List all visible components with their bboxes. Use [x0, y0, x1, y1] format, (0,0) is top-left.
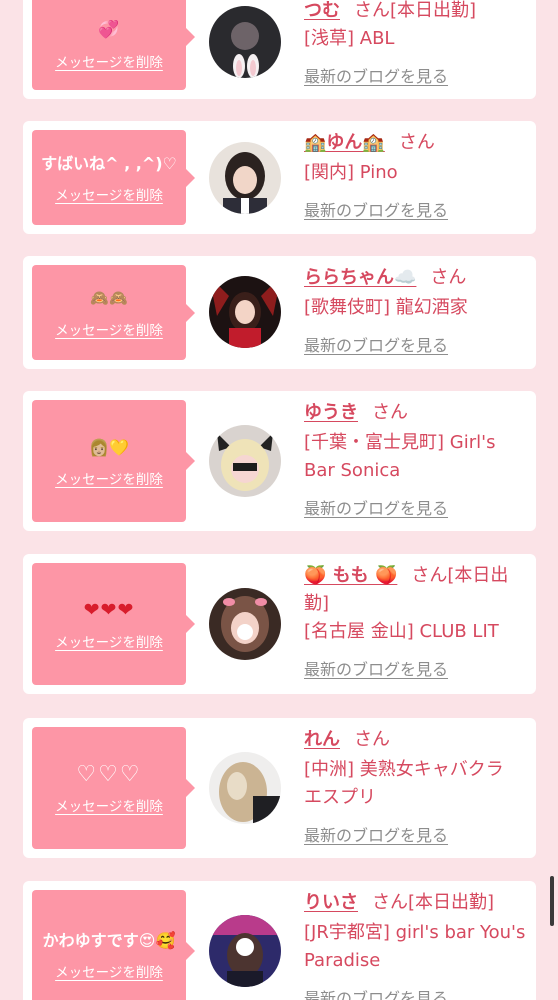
- shop-name: [浅草] ABL: [304, 28, 395, 49]
- delete-message-link[interactable]: メッセージを削除: [55, 795, 163, 815]
- message-card: ♡♡♡ メッセージを削除 れん さん [中洲] 美熟女キャバクラ エスプリ 最新の…: [23, 718, 536, 858]
- honorific: さん: [411, 565, 448, 586]
- delete-message-link[interactable]: メッセージを削除: [55, 631, 163, 651]
- latest-blog-link[interactable]: 最新のブログを見る: [304, 332, 448, 356]
- shop-name: [名古屋 金山] CLUB LIT: [304, 621, 499, 642]
- message-card: 👩🏼💛 メッセージを削除 ゆうき さん [千葉・富士見町] Girl's Bar …: [23, 391, 536, 531]
- latest-blog-link[interactable]: 最新のブログを見る: [304, 197, 448, 221]
- cast-name-link[interactable]: りいさ: [304, 892, 358, 913]
- cast-info: ららちゃん☁️ さん [歌舞伎町] 龍幻酒家 最新のブログを見る: [304, 264, 526, 356]
- message-text: 👩🏼💛: [89, 437, 129, 457]
- cast-name-link[interactable]: 🍑 もも 🍑: [304, 565, 397, 586]
- avatar[interactable]: [209, 588, 281, 660]
- message-text: ❤❤❤: [83, 598, 135, 621]
- message-bubble: 🙈🙈 メッセージを削除: [32, 265, 195, 360]
- message-bubble: かわゆすです😍🥰 メッセージを削除: [32, 890, 195, 1000]
- honorific: さん: [372, 892, 408, 913]
- message-text: すばいね^ , ,^)♡: [41, 154, 177, 173]
- latest-blog-link[interactable]: 最新のブログを見る: [304, 822, 448, 846]
- honorific: さん: [372, 402, 408, 423]
- delete-message-link[interactable]: メッセージを削除: [55, 961, 163, 981]
- cast-info: つむ さん[本日出勤] [浅草] ABL 最新のブログを見る: [304, 0, 526, 87]
- message-bubble: すばいね^ , ,^)♡ メッセージを削除: [32, 130, 195, 225]
- cast-name-link[interactable]: れん: [304, 729, 340, 750]
- work-status: [本日出勤]: [390, 0, 477, 21]
- message-text: 🙈🙈: [90, 289, 128, 307]
- cast-name-link[interactable]: ららちゃん☁️: [304, 267, 416, 288]
- avatar[interactable]: [209, 276, 281, 348]
- work-status: [本日出勤]: [408, 892, 495, 913]
- message-card: かわゆすです😍🥰 メッセージを削除 りいさ さん[本日出勤] [JR宇都宮] gi…: [23, 881, 536, 1000]
- delete-message-link[interactable]: メッセージを削除: [55, 184, 163, 204]
- message-bubble: ❤❤❤ メッセージを削除: [32, 563, 195, 685]
- delete-message-link[interactable]: メッセージを削除: [55, 319, 163, 339]
- cast-name-link[interactable]: ゆうき: [304, 402, 358, 423]
- cast-info: りいさ さん[本日出勤] [JR宇都宮] girl's bar You's Par…: [304, 889, 526, 1000]
- cast-info: 🏫ゆん🏫 さん [関内] Pino 最新のブログを見る: [304, 129, 526, 221]
- message-text: 💞: [98, 19, 120, 40]
- cast-name-link[interactable]: つむ: [304, 0, 340, 21]
- cast-info: ゆうき さん [千葉・富士見町] Girl's Bar Sonica 最新のブログ…: [304, 399, 526, 519]
- shop-name: [歌舞伎町] 龍幻酒家: [304, 297, 468, 318]
- message-bubble: 👩🏼💛 メッセージを削除: [32, 400, 195, 522]
- shop-name: [関内] Pino: [304, 162, 398, 183]
- honorific: さん: [430, 267, 467, 288]
- message-card: 💞 メッセージを削除 つむ さん[本日出勤] [浅草] ABL 最新のブログを見る: [23, 0, 536, 99]
- delete-message-link[interactable]: メッセージを削除: [55, 51, 163, 71]
- honorific: さん: [354, 0, 390, 21]
- message-bubble: ♡♡♡ メッセージを削除: [32, 727, 195, 849]
- honorific: さん: [398, 132, 435, 153]
- message-text: かわゆすです😍🥰: [42, 930, 176, 950]
- message-card: ❤❤❤ メッセージを削除 🍑 もも 🍑 さん[本日出勤] [名古屋 金山] CLU…: [23, 554, 536, 694]
- latest-blog-link[interactable]: 最新のブログを見る: [304, 656, 448, 680]
- delete-message-link[interactable]: メッセージを削除: [55, 468, 163, 488]
- latest-blog-link[interactable]: 最新のブログを見る: [304, 63, 448, 87]
- avatar[interactable]: [209, 752, 281, 824]
- avatar[interactable]: [209, 142, 281, 214]
- cast-info: 🍑 もも 🍑 さん[本日出勤] [名古屋 金山] CLUB LIT 最新のブログを…: [304, 562, 526, 680]
- message-bubble: 💞 メッセージを削除: [32, 0, 195, 90]
- shop-name: [JR宇都宮] girl's bar You's Paradise: [304, 922, 526, 971]
- shop-name: [中洲] 美熟女キャバクラ エスプリ: [304, 759, 504, 808]
- honorific: さん: [354, 729, 390, 750]
- avatar[interactable]: [209, 425, 281, 497]
- latest-blog-link[interactable]: 最新のブログを見る: [304, 495, 448, 519]
- avatar[interactable]: [209, 6, 281, 78]
- shop-name: [千葉・富士見町] Girl's Bar Sonica: [304, 432, 496, 481]
- cast-name-link[interactable]: 🏫ゆん🏫: [304, 132, 385, 153]
- message-text: ♡♡♡: [76, 761, 142, 787]
- scrollbar-thumb[interactable]: [550, 876, 554, 926]
- message-card: 🙈🙈 メッセージを削除 ららちゃん☁️ さん [歌舞伎町] 龍幻酒家 最新のブログ…: [23, 256, 536, 369]
- avatar[interactable]: [209, 915, 281, 987]
- message-card: すばいね^ , ,^)♡ メッセージを削除 🏫ゆん🏫 さん [関内] Pino 最…: [23, 121, 536, 234]
- received-messages-list: 💞 メッセージを削除 つむ さん[本日出勤] [浅草] ABL 最新のブログを見る…: [0, 0, 558, 1000]
- cast-info: れん さん [中洲] 美熟女キャバクラ エスプリ 最新のブログを見る: [304, 726, 526, 846]
- latest-blog-link[interactable]: 最新のブログを見る: [304, 985, 448, 1000]
